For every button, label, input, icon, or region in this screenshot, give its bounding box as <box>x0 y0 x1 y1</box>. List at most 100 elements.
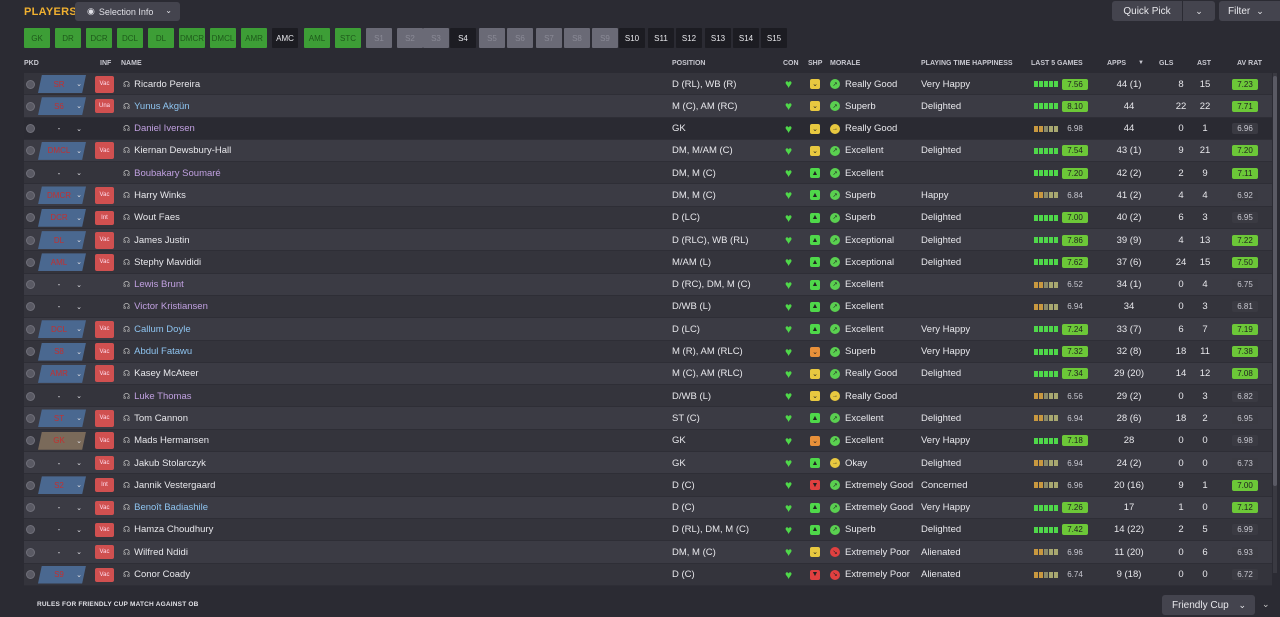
player-name-cell[interactable]: ☊ Jakub Stolarczyk <box>123 452 206 474</box>
pick-circle-icon[interactable] <box>26 458 35 468</box>
pkd-position-dropdown[interactable]: S9 ⌄ <box>38 565 86 584</box>
col-pkd[interactable]: PKD <box>24 60 39 67</box>
pick-circle-icon[interactable] <box>26 547 35 557</box>
chip-s3[interactable]: S3 <box>423 28 449 48</box>
chip-dcr[interactable]: DCR <box>86 28 112 48</box>
pick-circle-icon[interactable] <box>26 213 35 223</box>
table-row[interactable]: GK ⌄ Vac ☊ Mads Hermansen GK ♥ ⌄ ↗ Excellen… <box>24 429 1272 453</box>
pick-circle-icon[interactable] <box>26 79 35 89</box>
filter-button[interactable]: Filter ⌄ <box>1219 1 1280 21</box>
pkd-position-dropdown[interactable]: DMCR ⌄ <box>38 186 86 205</box>
table-row[interactable]: - ⌄ Vac ☊ Benoît Badiashile D (C) ♥ ▲ ↗ Ext… <box>24 496 1272 519</box>
info-tag[interactable]: Int <box>95 478 114 493</box>
table-row[interactable]: - ⌄ ☊ Victor Kristiansen D/WB (L) ♥ ▲ ↗ Exc… <box>24 295 1272 319</box>
info-tag[interactable]: Vac <box>95 253 114 271</box>
table-row[interactable]: AMR ⌄ Vac ☊ Kasey McAteer M (C), AM (RLC) … <box>24 362 1272 386</box>
pick-circle-icon[interactable] <box>26 570 35 580</box>
table-row[interactable]: DMCR ⌄ Vac ☊ Harry Winks DM, M (C) ♥ ▲ ↗ Su… <box>24 184 1272 207</box>
pkd-selector[interactable]: S9 ⌄ <box>24 564 86 586</box>
table-row[interactable]: AML ⌄ Vac ☊ Stephy Mavididi M/AM (L) ♥ ▲ ↗… <box>24 251 1272 274</box>
col-apps[interactable]: APPS <box>1107 60 1126 67</box>
pkd-position-dropdown[interactable]: S8 ⌄ <box>38 342 86 361</box>
info-tag[interactable]: Vac <box>95 320 114 338</box>
pick-circle-icon[interactable] <box>26 369 35 379</box>
table-row[interactable]: DL ⌄ Vac ☊ James Justin D (RLC), WB (RL) ♥… <box>24 229 1272 252</box>
pick-circle-icon[interactable] <box>26 347 35 357</box>
info-tag[interactable]: Vac <box>95 343 114 361</box>
info-tag[interactable]: Vac <box>95 142 114 160</box>
pkd-position-dropdown[interactable]: DMCL ⌄ <box>38 141 86 160</box>
pkd-position-dropdown[interactable]: - ⌄ <box>38 543 86 561</box>
pkd-selector[interactable]: DMCL ⌄ <box>24 140 86 162</box>
table-row[interactable]: S9 ⌄ Vac ☊ Conor Coady D (C) ♥ ▼ ↘ Extremel… <box>24 563 1272 586</box>
pkd-selector[interactable]: DL ⌄ <box>24 229 86 251</box>
player-name[interactable]: Stephy Mavididi <box>134 257 201 268</box>
pick-circle-icon[interactable] <box>26 413 35 423</box>
player-name-cell[interactable]: ☊ Ricardo Pereira <box>123 73 200 95</box>
info-tag[interactable]: Vac <box>95 545 114 560</box>
chip-s12[interactable]: S12 <box>676 28 702 48</box>
player-name-cell[interactable]: ☊ Boubakary Soumaré <box>123 162 221 184</box>
player-name-cell[interactable]: ☊ James Justin <box>123 229 190 251</box>
table-row[interactable]: - ⌄ ☊ Boubakary Soumaré DM, M (C) ♥ ▲ ↗ Exc… <box>24 162 1272 185</box>
chip-s2[interactable]: S2 <box>397 28 423 48</box>
player-name-cell[interactable]: ☊ Yunus Akgün <box>123 95 190 117</box>
info-tag[interactable]: Vac <box>95 409 114 427</box>
player-name-cell[interactable]: ☊ Lewis Brunt <box>123 274 184 296</box>
player-name[interactable]: Mads Hermansen <box>134 435 209 446</box>
player-name-cell[interactable]: ☊ Kiernan Dewsbury-Hall <box>123 140 231 162</box>
pkd-selector[interactable]: S2 ⌄ <box>24 474 86 496</box>
player-name-cell[interactable]: ☊ Conor Coady <box>123 564 190 586</box>
table-row[interactable]: - ⌄ Vac ☊ Hamza Choudhury D (RL), DM, M (C… <box>24 518 1272 542</box>
pkd-selector[interactable]: - ⌄ <box>24 162 82 184</box>
chip-s10[interactable]: S10 <box>619 28 645 48</box>
chevron-down-icon[interactable]: ⌄ <box>1262 599 1270 610</box>
info-tag[interactable]: Int <box>95 210 114 225</box>
pkd-selector[interactable]: - ⌄ <box>24 497 82 519</box>
player-name-cell[interactable]: ☊ Tom Cannon <box>123 407 188 429</box>
chip-gk[interactable]: GK <box>24 28 50 48</box>
info-tag[interactable]: Vac <box>95 522 114 537</box>
pkd-position-dropdown[interactable]: DCR ⌄ <box>38 208 86 227</box>
player-name[interactable]: Hamza Choudhury <box>134 524 213 535</box>
player-name-cell[interactable]: ☊ Luke Thomas <box>123 385 192 407</box>
pick-circle-icon[interactable] <box>26 257 35 267</box>
table-row[interactable]: - ⌄ ☊ Lewis Brunt D (RC), DM, M (C) ♥ ▲ ↗ E… <box>24 273 1272 296</box>
info-tag[interactable]: Vac <box>95 186 114 204</box>
pkd-selector[interactable]: GK ⌄ <box>24 430 86 452</box>
player-name-cell[interactable]: ☊ Victor Kristiansen <box>123 296 208 318</box>
pkd-position-dropdown[interactable]: S2 ⌄ <box>38 476 86 495</box>
pick-circle-icon[interactable] <box>26 324 35 334</box>
pkd-selector[interactable]: ST ⌄ <box>24 407 86 429</box>
info-tag[interactable]: Vac <box>95 75 114 93</box>
pkd-selector[interactable]: S6 ⌄ <box>24 95 86 117</box>
pkd-selector[interactable]: DCR ⌄ <box>24 207 86 229</box>
pkd-selector[interactable]: DMCR ⌄ <box>24 184 86 206</box>
col-position[interactable]: POSITION <box>672 60 705 67</box>
pkd-position-dropdown[interactable]: - ⌄ <box>38 454 86 472</box>
player-name-cell[interactable]: ☊ Mads Hermansen <box>123 430 209 452</box>
player-name[interactable]: Jannik Vestergaard <box>134 480 215 491</box>
col-gls[interactable]: GLS <box>1159 60 1173 67</box>
player-name[interactable]: Tom Cannon <box>134 413 188 424</box>
chip-s13[interactable]: S13 <box>705 28 731 48</box>
table-row[interactable]: S8 ⌄ Vac ☊ Abdul Fatawu M (R), AM (RLC) ♥ … <box>24 340 1272 363</box>
player-name-cell[interactable]: ☊ Kasey McAteer <box>123 363 199 385</box>
pick-circle-icon[interactable] <box>26 436 35 446</box>
pick-circle-icon[interactable] <box>26 525 35 535</box>
chip-amc[interactable]: AMC <box>272 28 298 48</box>
table-row[interactable]: - ⌄ ☊ Daniel Iversen GK ♥ ⌄ → Really Good 6… <box>24 117 1272 140</box>
table-row[interactable]: - ⌄ Vac ☊ Wilfred Ndidi DM, M (C) ♥ ⌄ ↘ Ext… <box>24 541 1272 564</box>
pkd-position-dropdown[interactable]: - ⌄ <box>38 298 86 316</box>
chip-s4[interactable]: S4 <box>450 28 476 48</box>
pkd-position-dropdown[interactable]: ST ⌄ <box>38 409 86 428</box>
chip-s15[interactable]: S15 <box>761 28 787 48</box>
table-row[interactable]: DCL ⌄ Vac ☊ Callum Doyle D (LC) ♥ ▲ ↗ Excel… <box>24 318 1272 341</box>
pkd-position-dropdown[interactable]: - ⌄ <box>38 499 86 517</box>
player-name-cell[interactable]: ☊ Harry Winks <box>123 184 186 206</box>
col-con[interactable]: CON <box>783 60 799 67</box>
pkd-selector[interactable]: - ⌄ <box>24 118 82 140</box>
player-name[interactable]: Boubakary Soumaré <box>134 168 221 179</box>
chip-s14[interactable]: S14 <box>733 28 759 48</box>
info-tag[interactable]: Vac <box>95 231 114 249</box>
